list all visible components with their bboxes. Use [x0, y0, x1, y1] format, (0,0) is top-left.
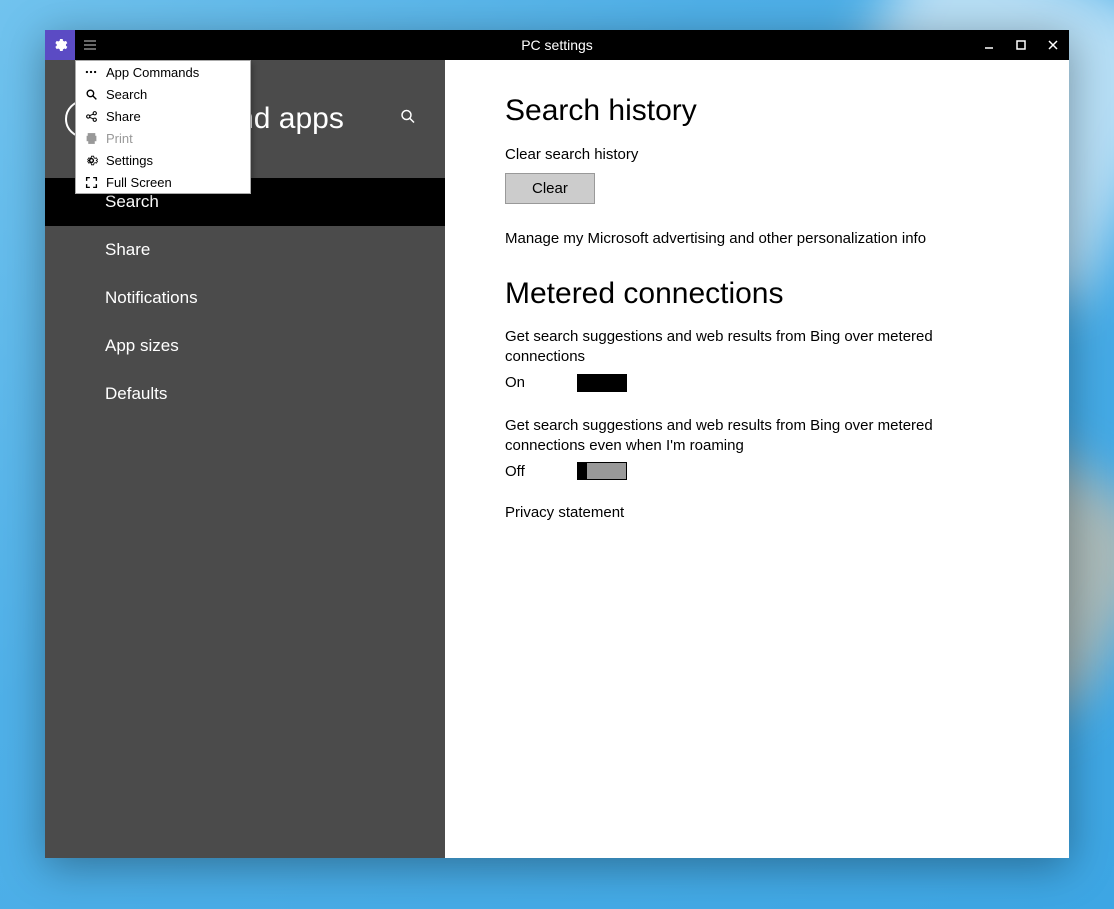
close-button[interactable]: [1037, 30, 1069, 60]
sidebar-item-label: Search: [105, 192, 159, 211]
search-icon: [76, 88, 106, 101]
menu-item-label: Full Screen: [106, 175, 250, 190]
sidebar-item-label: Share: [105, 240, 150, 259]
privacy-statement-link[interactable]: Privacy statement: [505, 504, 1029, 521]
menu-item-share[interactable]: Share: [76, 105, 250, 127]
sidebar-search-button[interactable]: [399, 108, 417, 131]
sidebar-item-share[interactable]: Share: [45, 226, 445, 274]
more-icon: [76, 65, 106, 79]
sidebar-item-label: Defaults: [105, 384, 167, 403]
sidebar-item-notifications[interactable]: Notifications: [45, 274, 445, 322]
maximize-button[interactable]: [1005, 30, 1037, 60]
menu-item-label: Print: [106, 131, 250, 146]
app-menu-dropdown: App Commands Search Share Print Settings…: [75, 60, 251, 194]
sidebar-item-defaults[interactable]: Defaults: [45, 370, 445, 418]
sidebar-nav: Search Share Notifications App sizes Def…: [45, 178, 445, 418]
gear-icon: [52, 37, 68, 53]
menu-item-label: Search: [106, 87, 250, 102]
section-title-search-history: Search history: [505, 94, 1029, 128]
clear-history-label: Clear search history: [505, 146, 1029, 163]
content-pane: Search history Clear search history Clea…: [445, 60, 1069, 858]
clear-button[interactable]: Clear: [505, 173, 595, 204]
toggle-state-label: Off: [505, 463, 537, 480]
share-icon: [76, 110, 106, 123]
metered-toggle[interactable]: [577, 374, 627, 392]
menu-item-search[interactable]: Search: [76, 83, 250, 105]
section-title-metered: Metered connections: [505, 277, 1029, 311]
fullscreen-icon: [76, 176, 106, 189]
metered-roaming-toggle[interactable]: [577, 462, 627, 480]
minimize-button[interactable]: [973, 30, 1005, 60]
menu-item-label: App Commands: [106, 65, 250, 80]
menu-item-label: Settings: [106, 153, 250, 168]
hamburger-button[interactable]: [75, 30, 105, 60]
menu-item-fullscreen[interactable]: Full Screen: [76, 171, 250, 193]
print-icon: [76, 132, 106, 145]
sidebar-item-label: Notifications: [105, 288, 198, 307]
menu-item-settings[interactable]: Settings: [76, 149, 250, 171]
sidebar-item-app-sizes[interactable]: App sizes: [45, 322, 445, 370]
titlebar: PC settings: [45, 30, 1069, 60]
menu-item-app-commands[interactable]: App Commands: [76, 61, 250, 83]
toggle-state-label: On: [505, 374, 537, 391]
manage-advertising-link[interactable]: Manage my Microsoft advertising and othe…: [505, 230, 1029, 247]
app-icon: [45, 30, 75, 60]
metered-toggle-label: Get search suggestions and web results f…: [505, 327, 1005, 368]
menu-item-print: Print: [76, 127, 250, 149]
window-title: PC settings: [45, 37, 1069, 53]
search-icon: [399, 108, 417, 126]
metered-roaming-toggle-label: Get search suggestions and web results f…: [505, 416, 1005, 457]
gear-icon: [76, 154, 106, 167]
sidebar-item-label: App sizes: [105, 336, 179, 355]
menu-item-label: Share: [106, 109, 250, 124]
